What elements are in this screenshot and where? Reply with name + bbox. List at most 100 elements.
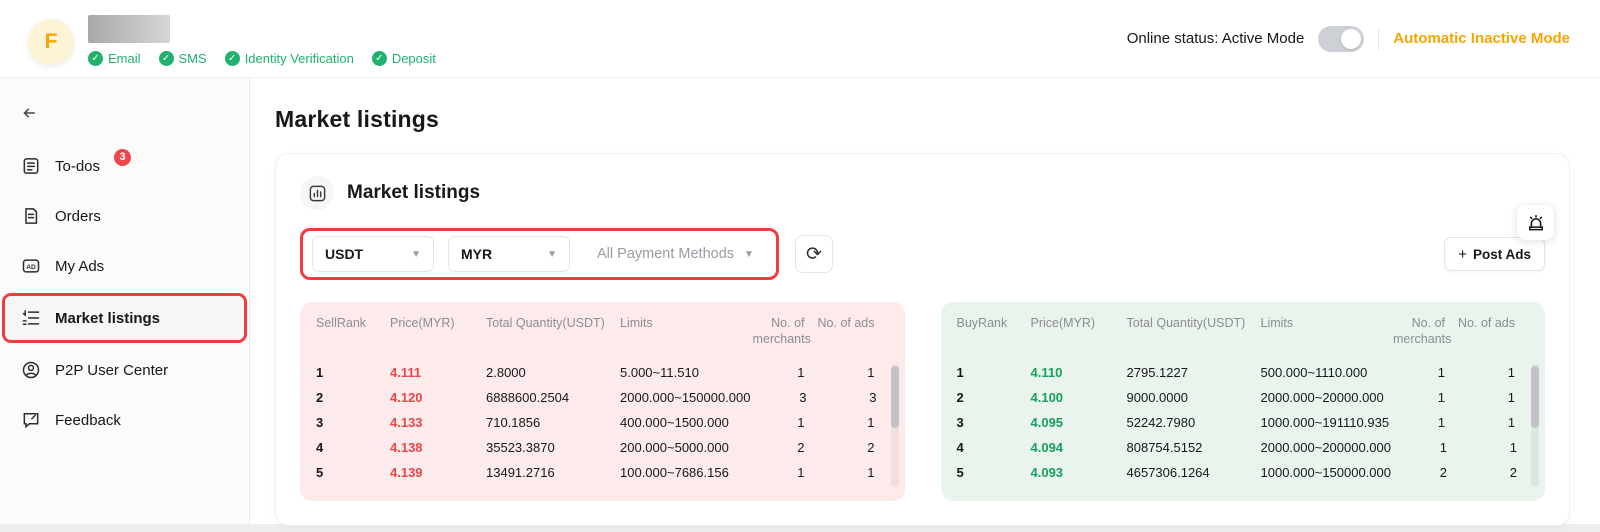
- column-header: Price(MYR): [1031, 316, 1123, 332]
- table-cell: 200.000~5000.000: [620, 435, 749, 460]
- verification-badges: ✓ Email ✓ SMS ✓ Identity Verification ✓ …: [88, 51, 436, 66]
- table-cell: 710.1856: [486, 410, 616, 435]
- username-redacted: [88, 15, 170, 43]
- sidebar-item-market-listings[interactable]: Market listings: [5, 296, 244, 340]
- app-window: F ✓ Email ✓ SMS ✓ Identity Verification: [0, 0, 1600, 524]
- announcement-tab[interactable]: [1517, 205, 1554, 240]
- siren-icon: [1526, 213, 1546, 233]
- table-row: 54.13913491.2716100.000~7686.15611: [316, 460, 891, 485]
- table-cell: 3: [316, 410, 386, 435]
- table-cell: 4.138: [390, 435, 482, 460]
- top-bar: F ✓ Email ✓ SMS ✓ Identity Verification: [0, 0, 1600, 78]
- sidebar-collapse-button[interactable]: [0, 94, 249, 141]
- online-status-label: Online status: Active Mode: [1127, 30, 1305, 47]
- table-cell: 1: [1393, 385, 1445, 410]
- payment-methods-dropdown[interactable]: All Payment Methods ▼: [584, 236, 767, 272]
- user-meta: ✓ Email ✓ SMS ✓ Identity Verification ✓ …: [88, 11, 436, 66]
- user-block: F ✓ Email ✓ SMS ✓ Identity Verification: [28, 11, 436, 66]
- table-cell: 2000.000~200000.000: [1261, 435, 1392, 460]
- fiat-dropdown-value: MYR: [461, 246, 492, 262]
- table-cell: 1: [1393, 360, 1445, 385]
- deposit-badge: ✓ Deposit: [372, 51, 436, 66]
- market-listings-icon: [20, 307, 42, 329]
- orders-icon: [20, 205, 42, 227]
- table-cell: 2: [809, 435, 875, 460]
- sidebar-item-todos[interactable]: To-dos 3: [0, 141, 249, 191]
- column-header: No. of merchants: [1393, 316, 1445, 347]
- avatar-letter: F: [45, 30, 58, 54]
- chevron-down-icon: ▼: [547, 249, 557, 260]
- market-listings-card: Market listings USDT ▼ MYR ▼: [275, 153, 1570, 526]
- table-cell: 400.000~1500.000: [620, 410, 749, 435]
- sidebar-item-label: P2P User Center: [55, 362, 168, 379]
- table-cell: 1000.000~150000.000: [1261, 460, 1392, 485]
- table-cell: 35523.3870: [486, 435, 616, 460]
- sidebar-item-my-ads[interactable]: AD My Ads: [0, 241, 249, 291]
- sms-badge: ✓ SMS: [159, 51, 207, 66]
- table-cell: 4.094: [1031, 435, 1123, 460]
- table-cell: 4.110: [1031, 360, 1123, 385]
- table-cell: 3: [755, 385, 807, 410]
- avatar: F: [28, 19, 74, 65]
- sidebar-item-label: To-dos: [55, 158, 100, 175]
- buy-table: BuyRank Price(MYR) Total Quantity(USDT) …: [941, 302, 1546, 501]
- fiat-dropdown[interactable]: MYR ▼: [448, 236, 570, 272]
- table-cell: 1: [957, 360, 1027, 385]
- refresh-button[interactable]: ⟳: [795, 235, 833, 273]
- column-header: No. of merchants: [753, 316, 805, 347]
- main-content: Market listings Market listings USDT ▼: [250, 78, 1600, 524]
- table-row: 14.1112.80005.000~11.51011: [316, 360, 891, 385]
- automatic-inactive-mode-link[interactable]: Automatic Inactive Mode: [1393, 30, 1570, 47]
- badge-label: SMS: [179, 51, 207, 66]
- table-cell: 808754.5152: [1127, 435, 1257, 460]
- sidebar: To-dos 3 Orders AD My Ads: [0, 78, 250, 524]
- online-status-toggle[interactable]: [1318, 26, 1364, 52]
- table-header-row: BuyRank Price(MYR) Total Quantity(USDT) …: [957, 316, 1532, 348]
- column-header: Limits: [1261, 316, 1390, 332]
- column-header: Limits: [620, 316, 749, 332]
- table-cell: 4: [316, 435, 386, 460]
- email-badge: ✓ Email: [88, 51, 141, 66]
- plus-icon: +: [1458, 246, 1467, 263]
- table-row: 34.133710.1856400.000~1500.00011: [316, 410, 891, 435]
- table-cell: 52242.7980: [1127, 410, 1257, 435]
- table-scrollbar[interactable]: [891, 364, 899, 487]
- todos-icon: [20, 155, 42, 177]
- sidebar-item-orders[interactable]: Orders: [0, 191, 249, 241]
- table-row: 44.13835523.3870200.000~5000.00022: [316, 435, 891, 460]
- table-cell: 1: [809, 460, 875, 485]
- table-row: 14.1102795.1227500.000~1110.00011: [957, 360, 1532, 385]
- table-cell: 2: [1451, 460, 1517, 485]
- post-ads-button[interactable]: + Post Ads: [1444, 237, 1545, 271]
- table-cell: 1: [1449, 410, 1515, 435]
- table-rows: 14.1102795.1227500.000~1110.0001124.1009…: [957, 360, 1532, 485]
- table-cell: 2: [957, 385, 1027, 410]
- filter-row: USDT ▼ MYR ▼ All Payment Methods ▼: [300, 228, 1545, 280]
- table-cell: 1: [1393, 410, 1445, 435]
- card-header: Market listings: [300, 176, 1545, 210]
- sell-table: SellRank Price(MYR) Total Quantity(USDT)…: [300, 302, 905, 501]
- table-cell: 5: [957, 460, 1027, 485]
- check-icon: ✓: [372, 51, 387, 66]
- identity-badge: ✓ Identity Verification: [225, 51, 354, 66]
- table-cell: 1: [1449, 385, 1515, 410]
- table-scrollbar[interactable]: [1531, 364, 1539, 487]
- table-cell: 2000.000~150000.000: [620, 385, 751, 410]
- sidebar-item-feedback[interactable]: Feedback: [0, 395, 249, 445]
- sidebar-item-p2p-user-center[interactable]: P2P User Center: [0, 345, 249, 395]
- collapse-icon: [20, 104, 38, 122]
- table-cell: 1000.000~191110.935: [1261, 410, 1390, 435]
- scrollbar-thumb[interactable]: [1531, 366, 1539, 428]
- page-title: Market listings: [275, 106, 1570, 133]
- table-cell: 1: [1451, 435, 1517, 460]
- check-icon: ✓: [88, 51, 103, 66]
- table-cell: 4: [957, 435, 1027, 460]
- scrollbar-thumb[interactable]: [891, 366, 899, 428]
- table-cell: 5.000~11.510: [620, 360, 749, 385]
- refresh-icon: ⟳: [806, 243, 822, 266]
- top-right: Online status: Active Mode Automatic Ina…: [1127, 26, 1570, 52]
- column-header: No. of ads: [809, 316, 875, 332]
- table-cell: 9000.0000: [1127, 385, 1257, 410]
- todos-count-badge: 3: [114, 149, 131, 166]
- coin-dropdown[interactable]: USDT ▼: [312, 236, 434, 272]
